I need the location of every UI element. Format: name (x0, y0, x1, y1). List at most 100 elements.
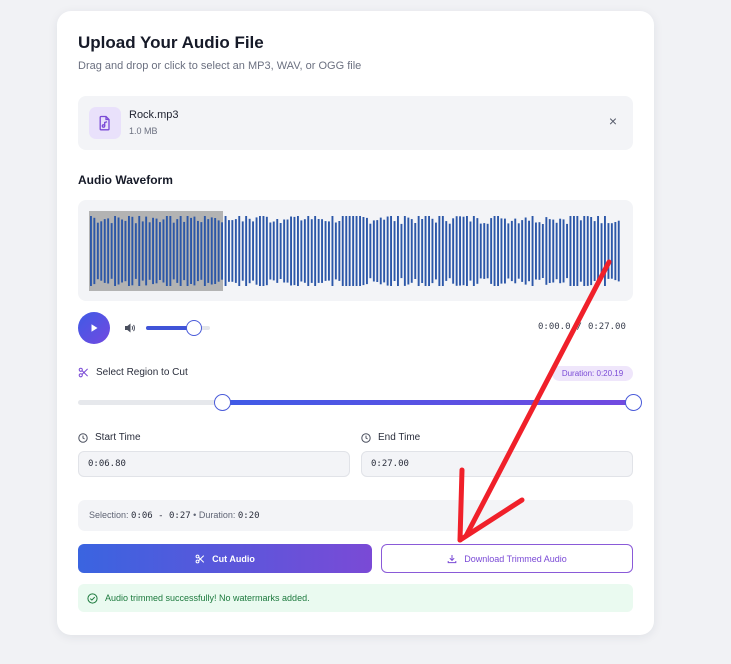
waveform-bar (504, 218, 506, 284)
waveform-bar (197, 220, 199, 282)
waveform[interactable] (78, 200, 633, 301)
waveform-bar (269, 222, 272, 280)
upload-card: Upload Your Audio File Drag and drop or … (57, 11, 654, 635)
waveform-bar (366, 217, 368, 285)
waveform-bar (293, 216, 296, 286)
waveform-bar (103, 219, 106, 283)
waveform-bar (297, 216, 299, 286)
waveform-bar (321, 219, 323, 283)
waveform-bar (479, 223, 482, 279)
waveform-bar (469, 221, 472, 281)
region-end-handle[interactable] (625, 394, 642, 411)
waveform-bar (583, 216, 586, 286)
waveform-bar (345, 216, 348, 286)
waveform-bar (417, 216, 420, 286)
waveform-bar (224, 216, 227, 286)
waveform-bar (231, 220, 234, 282)
waveform-bar (414, 223, 417, 279)
end-time-input[interactable]: 0:27.00 (361, 451, 633, 477)
waveform-bar (510, 220, 513, 282)
waveform-bar (238, 216, 241, 286)
waveform-bar (179, 216, 182, 286)
waveform-bar (348, 216, 351, 286)
waveform-bar (566, 223, 568, 279)
waveform-bar (110, 223, 113, 279)
remove-file-button[interactable]: × (609, 114, 617, 128)
clock-icon (361, 432, 371, 443)
waveform-bar (121, 219, 123, 283)
waveform-bar (455, 216, 458, 286)
waveform-bar (186, 216, 189, 286)
waveform-bar (172, 222, 175, 280)
selection-separator: • (193, 510, 197, 520)
waveform-bar (303, 219, 306, 283)
waveform-bar (517, 223, 520, 279)
waveform-bar (604, 216, 606, 286)
waveform-bar (610, 223, 613, 279)
speaker-icon[interactable] (124, 322, 136, 334)
waveform-bar (486, 223, 489, 279)
waveform-bar (190, 217, 192, 284)
region-start-handle[interactable] (214, 394, 232, 411)
waveform-bar (124, 220, 127, 282)
download-trimmed-button[interactable]: Download Trimmed Audio (381, 544, 633, 573)
waveform-bar (590, 217, 593, 286)
cut-audio-label: Cut Audio (212, 553, 255, 564)
page-subtitle: Drag and drop or click to select an MP3,… (78, 60, 362, 72)
waveform-bar (431, 218, 434, 284)
waveform-bar (359, 216, 361, 286)
waveform-bar (241, 221, 244, 281)
waveform-bar (472, 216, 475, 286)
waveform-bar (507, 223, 510, 279)
start-time-input[interactable]: 0:06.80 (78, 451, 350, 477)
waveform-bar (555, 222, 558, 280)
waveform-bar (148, 222, 151, 280)
waveform-bar (317, 219, 320, 283)
start-time-label-text: Start Time (95, 432, 141, 443)
waveform-bar (248, 218, 251, 284)
waveform-bar (338, 221, 341, 281)
waveform-bar (424, 216, 427, 286)
waveform-bar (286, 219, 289, 283)
region-range-slider[interactable] (78, 394, 642, 411)
waveform-bar (307, 216, 310, 286)
download-trimmed-label: Download Trimmed Audio (464, 553, 567, 564)
scissors-icon (195, 554, 205, 563)
waveform-bar (265, 216, 268, 286)
waveform-bar (383, 219, 386, 283)
waveform-bar (393, 221, 396, 281)
waveform-bar (607, 223, 610, 279)
waveform-bar (169, 216, 172, 286)
selection-prefix: Selection: (89, 510, 129, 520)
volume-handle[interactable] (186, 320, 202, 336)
volume-slider[interactable] (146, 320, 210, 336)
play-button[interactable] (78, 312, 110, 344)
clock-icon (78, 432, 88, 443)
waveform-bar (90, 216, 92, 286)
waveform-bar (562, 219, 565, 283)
waveform-bar (207, 219, 210, 283)
waveform-bar (362, 217, 365, 286)
waveform-bar (514, 218, 517, 284)
download-icon (447, 554, 457, 563)
waveform-bar (448, 223, 451, 279)
waveform-bar (138, 216, 141, 286)
waveform-bar (438, 216, 441, 286)
waveform-bar (155, 218, 158, 284)
waveform-bar (165, 216, 168, 286)
waveform-bar (538, 222, 541, 280)
waveform-bar (334, 222, 337, 280)
cut-audio-button[interactable]: Cut Audio (78, 544, 372, 573)
waveform-bar (369, 223, 372, 279)
waveform-bar (569, 216, 572, 286)
waveform-bar (290, 216, 292, 286)
waveform-bar (314, 216, 317, 286)
waveform-bar (407, 217, 410, 285)
waveform-bar (579, 220, 582, 282)
waveform-bar (252, 221, 254, 281)
waveform-bar (372, 220, 375, 282)
waveform-bar (203, 216, 206, 286)
waveform-bar (617, 220, 620, 282)
waveform-bar (390, 216, 392, 286)
waveform-bar (162, 219, 165, 283)
